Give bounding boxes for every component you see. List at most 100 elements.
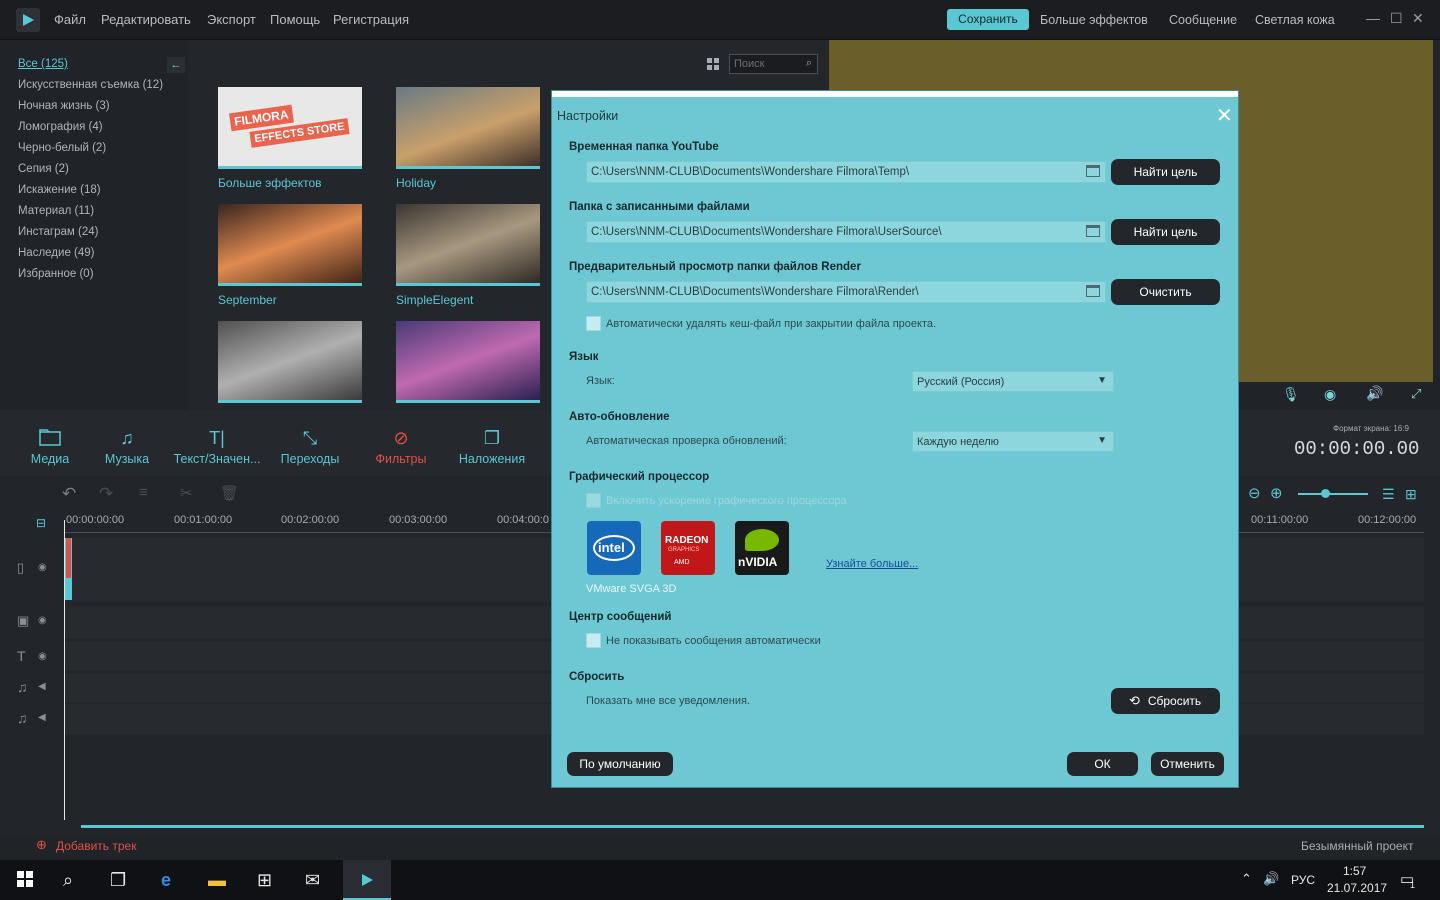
zoom-in-icon[interactable]: ⊕ [1270, 484, 1283, 502]
learn-more-link[interactable]: Узнайте больше... [826, 558, 918, 570]
close-icon[interactable]: ✕ [1216, 103, 1233, 128]
message-link[interactable]: Сообщение [1169, 13, 1237, 27]
default-button[interactable]: По умолчанию [567, 752, 673, 776]
category-item[interactable]: Материал (11) [18, 205, 94, 217]
volume-icon[interactable]: 🔊 [1263, 871, 1279, 887]
effect-thumb-purple[interactable] [396, 321, 540, 403]
save-button[interactable]: Сохранить [947, 9, 1029, 30]
minimize-icon[interactable]: — [1366, 10, 1380, 26]
edge-icon[interactable]: e [161, 870, 171, 891]
update-select[interactable]: Каждую неделю ▼ [912, 431, 1114, 452]
speaker-icon[interactable]: ◀ [38, 681, 46, 692]
category-item[interactable]: Ломография (4) [18, 121, 103, 133]
menu-edit[interactable]: Редактировать [101, 12, 191, 27]
category-item[interactable]: Искусственная съемка (12) [18, 79, 163, 91]
category-item[interactable]: Все (125) [18, 58, 68, 70]
fullscreen-icon[interactable]: ⤢ [1411, 386, 1421, 402]
storyboard-icon[interactable]: ⊞ [1405, 486, 1417, 503]
delete-icon[interactable]: 🗑 [220, 484, 239, 502]
render-path-field[interactable]: C:\Users\NNM-CLUB\Documents\Wondershare … [586, 281, 1106, 303]
snap-icon[interactable]: ⊟ [36, 516, 46, 530]
tray-arrow-icon[interactable]: ⌃ [1241, 871, 1252, 887]
store-icon[interactable]: ⊞ [257, 870, 272, 891]
camera-icon[interactable]: ◉ [1324, 386, 1336, 403]
auto-delete-checkbox[interactable] [586, 316, 601, 331]
menu-register[interactable]: Регистрация [333, 12, 409, 27]
speaker-icon[interactable]: ◀ [38, 712, 46, 723]
timeline-scrollbar[interactable] [81, 825, 1424, 828]
search-input[interactable]: Поиск ⌕ [729, 54, 818, 74]
eye-icon[interactable]: ◉ [38, 651, 47, 662]
effect-thumb-holiday[interactable] [396, 87, 540, 169]
folder-icon[interactable] [1086, 225, 1100, 237]
filmora-taskbar-button[interactable] [343, 860, 391, 900]
no-messages-label: Не показывать сообщения автоматически [606, 635, 821, 647]
category-item[interactable]: Наследие (49) [18, 247, 94, 259]
tool-overlays[interactable]: ❐ Наложения [456, 428, 528, 466]
reset-button[interactable]: ⟲ Сбросить [1111, 688, 1220, 714]
category-item[interactable]: Инстаграм (24) [18, 226, 98, 238]
menu-file[interactable]: Файл [54, 12, 86, 27]
select-value: Каждую неделю [917, 436, 999, 448]
find-target-button[interactable]: Найти цель [1111, 219, 1220, 245]
ok-button[interactable]: ОК [1067, 752, 1138, 776]
adjust-icon[interactable]: ≡ [139, 484, 148, 501]
tool-media[interactable]: Медиа [26, 428, 74, 466]
task-view-icon[interactable]: ❐ [110, 870, 126, 891]
tool-label: Текст/Значен... [173, 452, 261, 466]
category-item[interactable]: Сепия (2) [18, 163, 69, 175]
search-icon[interactable]: ⌕ [63, 870, 73, 891]
folder-icon[interactable] [1086, 165, 1100, 177]
folder-icon[interactable] [1086, 285, 1100, 297]
gpu-accel-checkbox[interactable] [586, 493, 601, 508]
effect-thumb-store[interactable]: FILMORA EFFECTS STORE [218, 87, 362, 169]
start-icon[interactable] [17, 871, 33, 892]
tool-music[interactable]: ♫ Музыка [101, 428, 153, 466]
volume-icon[interactable]: 🔊 [1366, 385, 1383, 402]
tool-transitions[interactable]: ⤡ Переходы [278, 428, 342, 466]
file-explorer-icon[interactable]: ▬ [208, 870, 226, 891]
mail-icon[interactable]: ✉ [305, 870, 320, 891]
menu-help[interactable]: Помощь [270, 12, 320, 27]
undo-icon[interactable]: ↶ [62, 484, 76, 504]
close-window-icon[interactable]: ✕ [1412, 10, 1424, 27]
zoom-slider[interactable] [1298, 493, 1368, 495]
add-track-button[interactable]: Добавить трек [56, 839, 136, 853]
list-view-icon[interactable]: ☰ [1382, 486, 1395, 503]
zoom-out-icon[interactable]: ⊖ [1248, 484, 1261, 502]
find-target-button[interactable]: Найти цель [1111, 159, 1220, 185]
microphone-icon[interactable]: 🎙 [1282, 386, 1300, 403]
menu-export[interactable]: Экспорт [207, 12, 256, 27]
category-item[interactable]: Избранное (0) [18, 268, 94, 280]
collapse-panel-icon[interactable]: ← [167, 57, 185, 73]
zoom-slider-handle[interactable] [1321, 489, 1330, 498]
grid-view-icon[interactable] [707, 58, 720, 71]
clock-time[interactable]: 1:57 [1343, 864, 1366, 878]
no-messages-checkbox[interactable] [586, 633, 601, 648]
more-effects-link[interactable]: Больше эффектов [1040, 13, 1148, 27]
language-indicator[interactable]: РУС [1291, 873, 1315, 887]
playhead[interactable] [64, 520, 65, 820]
tool-filters[interactable]: ⊘ Фильтры [370, 428, 432, 466]
category-item[interactable]: Ночная жизнь (3) [18, 100, 110, 112]
clock-date[interactable]: 21.07.2017 [1327, 881, 1387, 895]
cancel-button[interactable]: Отменить [1151, 752, 1224, 776]
category-item[interactable]: Искажение (18) [18, 184, 101, 196]
category-item[interactable]: Черно-белый (2) [18, 142, 106, 154]
maximize-icon[interactable]: ☐ [1390, 10, 1403, 27]
cut-icon[interactable]: ✂ [180, 484, 193, 502]
effect-thumb-simpleelegent[interactable] [396, 204, 540, 286]
eye-icon[interactable]: ◉ [38, 615, 47, 626]
redo-icon[interactable]: ↷ [99, 484, 113, 504]
tool-text[interactable]: T| Текст/Значен... [170, 428, 264, 466]
skin-link[interactable]: Светлая кожа [1255, 13, 1335, 27]
effect-thumb-september[interactable] [218, 204, 362, 286]
add-track-icon[interactable]: ⊕ [36, 837, 47, 853]
clear-button[interactable]: Очистить [1111, 279, 1220, 305]
effect-thumb-bw[interactable] [218, 321, 362, 403]
eye-icon[interactable]: ◉ [38, 562, 47, 573]
language-select[interactable]: Русский (Россия) ▼ [912, 371, 1114, 392]
aspect-ratio-label: Формат экрана: 16:9 [1333, 424, 1410, 433]
youtube-path-field[interactable]: C:\Users\NNM-CLUB\Documents\Wondershare … [586, 161, 1106, 183]
recorded-path-field[interactable]: C:\Users\NNM-CLUB\Documents\Wondershare … [586, 221, 1106, 243]
